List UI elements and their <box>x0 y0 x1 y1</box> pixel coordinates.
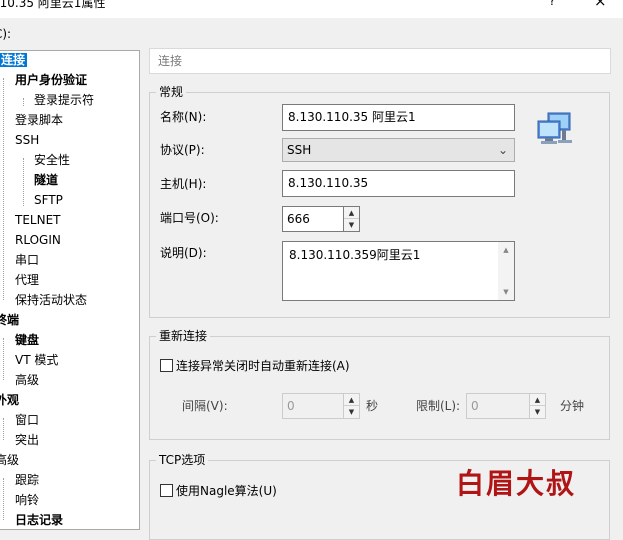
tree-guide <box>3 78 4 300</box>
category-label: C): <box>0 27 12 41</box>
reconnect-group-title: 重新连接 <box>156 328 211 344</box>
limit-label: 限制(L): <box>416 399 461 413</box>
seconds-label: 秒 <box>366 399 379 413</box>
description-scrollbar[interactable]: ▲ ▼ <box>498 242 514 300</box>
interval-input[interactable]: 0 <box>282 393 344 419</box>
tree-item-terminal-advanced[interactable]: 高级 <box>15 371 39 389</box>
spin-up-icon[interactable]: ▲ <box>530 394 545 406</box>
scroll-up-icon[interactable]: ▲ <box>498 246 514 254</box>
tree-guide <box>3 338 4 380</box>
port-stepper[interactable]: 666 ▲ ▼ <box>282 206 360 232</box>
tcp-group-title: TCP选项 <box>156 452 209 468</box>
tree-item-vt-mode[interactable]: VT 模式 <box>15 351 58 369</box>
tree-item-connection[interactable]: 连接 <box>0 51 28 69</box>
tree-guide <box>3 418 4 440</box>
host-label: 主机(H): <box>160 177 207 191</box>
tree-item-advanced[interactable]: 高级 <box>0 451 19 469</box>
limit-stepper[interactable]: 0 ▲ ▼ <box>466 393 546 419</box>
tree-guide <box>23 158 24 206</box>
scroll-down-icon[interactable]: ▼ <box>498 288 514 296</box>
nagle-checkbox[interactable] <box>160 484 173 497</box>
auto-reconnect-option[interactable]: 连接异常关闭时自动重新连接(A) <box>160 357 350 374</box>
window-title: 110.35 阿里云1属性 <box>0 0 106 10</box>
chevron-down-icon: ⌄ <box>497 143 508 157</box>
interval-label: 间隔(V): <box>182 399 228 413</box>
tree-item-telnet[interactable]: TELNET <box>15 211 61 229</box>
auto-reconnect-label: 连接异常关闭时自动重新连接(A) <box>176 359 350 373</box>
tree-item-proxy[interactable]: 代理 <box>15 271 39 289</box>
nagle-option[interactable]: 使用Nagle算法(U) <box>160 482 277 499</box>
tree-item-window[interactable]: 窗口 <box>15 411 39 429</box>
spin-down-icon[interactable]: ▼ <box>530 406 545 418</box>
description-label: 说明(D): <box>160 246 207 260</box>
description-value: 8.130.110.359阿里云1 <box>289 248 421 262</box>
tree-item-terminal[interactable]: 终端 <box>0 311 19 329</box>
protocol-label: 协议(P): <box>160 143 205 157</box>
limit-spin-buttons[interactable]: ▲ ▼ <box>530 393 546 419</box>
close-button[interactable]: × <box>594 0 607 10</box>
tree-item-highlight[interactable]: 突出 <box>15 431 39 449</box>
description-textarea[interactable]: 8.130.110.359阿里云1 ▲ ▼ <box>282 241 515 301</box>
name-input[interactable]: 8.130.110.35 阿里云1 <box>282 104 515 131</box>
tree-guide <box>23 98 24 106</box>
tree-item-user-auth[interactable]: 用户身份验证 <box>15 71 87 89</box>
title-bar: 110.35 阿里云1属性 ? × <box>0 0 623 18</box>
general-group-title: 常规 <box>156 84 187 100</box>
tree-guide <box>3 478 4 520</box>
spin-up-icon[interactable]: ▲ <box>344 394 359 406</box>
network-computer-icon <box>537 112 572 144</box>
tree-item-trace[interactable]: 跟踪 <box>15 471 39 489</box>
tree-item-login-prompt[interactable]: 登录提示符 <box>34 91 94 109</box>
port-input[interactable]: 666 <box>282 206 344 232</box>
tree-item-sftp[interactable]: SFTP <box>34 191 63 209</box>
spin-down-icon[interactable]: ▼ <box>344 219 359 231</box>
limit-input[interactable]: 0 <box>466 393 530 419</box>
port-spin-buttons[interactable]: ▲ ▼ <box>344 206 360 232</box>
protocol-value: SSH <box>287 143 312 157</box>
interval-stepper[interactable]: 0 ▲ ▼ <box>282 393 360 419</box>
section-header: 连接 <box>149 48 611 74</box>
tree-item-rlogin[interactable]: RLOGIN <box>15 231 61 249</box>
interval-spin-buttons[interactable]: ▲ ▼ <box>344 393 360 419</box>
nagle-label: 使用Nagle算法(U) <box>176 484 277 498</box>
category-tree[interactable]: 连接 用户身份验证 登录提示符 登录脚本 SSH 安全性 隧道 SFTP TEL… <box>0 50 140 530</box>
tree-item-tunnel[interactable]: 隧道 <box>34 171 58 189</box>
name-label: 名称(N): <box>160 110 207 124</box>
reconnect-group: 重新连接 <box>149 328 610 440</box>
spin-down-icon[interactable]: ▼ <box>344 406 359 418</box>
help-button[interactable]: ? <box>549 0 555 8</box>
port-label: 端口号(O): <box>160 211 219 225</box>
tree-item-keepalive[interactable]: 保持活动状态 <box>15 291 87 309</box>
tree-item-bell[interactable]: 响铃 <box>15 491 39 509</box>
tree-item-keyboard[interactable]: 键盘 <box>15 331 39 349</box>
minutes-label: 分钟 <box>560 399 585 413</box>
tree-item-login-script[interactable]: 登录脚本 <box>15 111 63 129</box>
host-input[interactable]: 8.130.110.35 <box>282 170 515 197</box>
tree-item-appearance[interactable]: 外观 <box>0 391 19 409</box>
tree-item-ssh[interactable]: SSH <box>15 131 39 149</box>
tree-item-logging[interactable]: 日志记录 <box>15 511 63 529</box>
tree-item-serial[interactable]: 串口 <box>15 251 39 269</box>
tree-item-security[interactable]: 安全性 <box>34 151 70 169</box>
auto-reconnect-checkbox[interactable] <box>160 359 173 372</box>
protocol-select[interactable]: SSH ⌄ <box>282 138 515 162</box>
spin-up-icon[interactable]: ▲ <box>344 207 359 219</box>
watermark: 白眉大叔 <box>456 467 577 500</box>
